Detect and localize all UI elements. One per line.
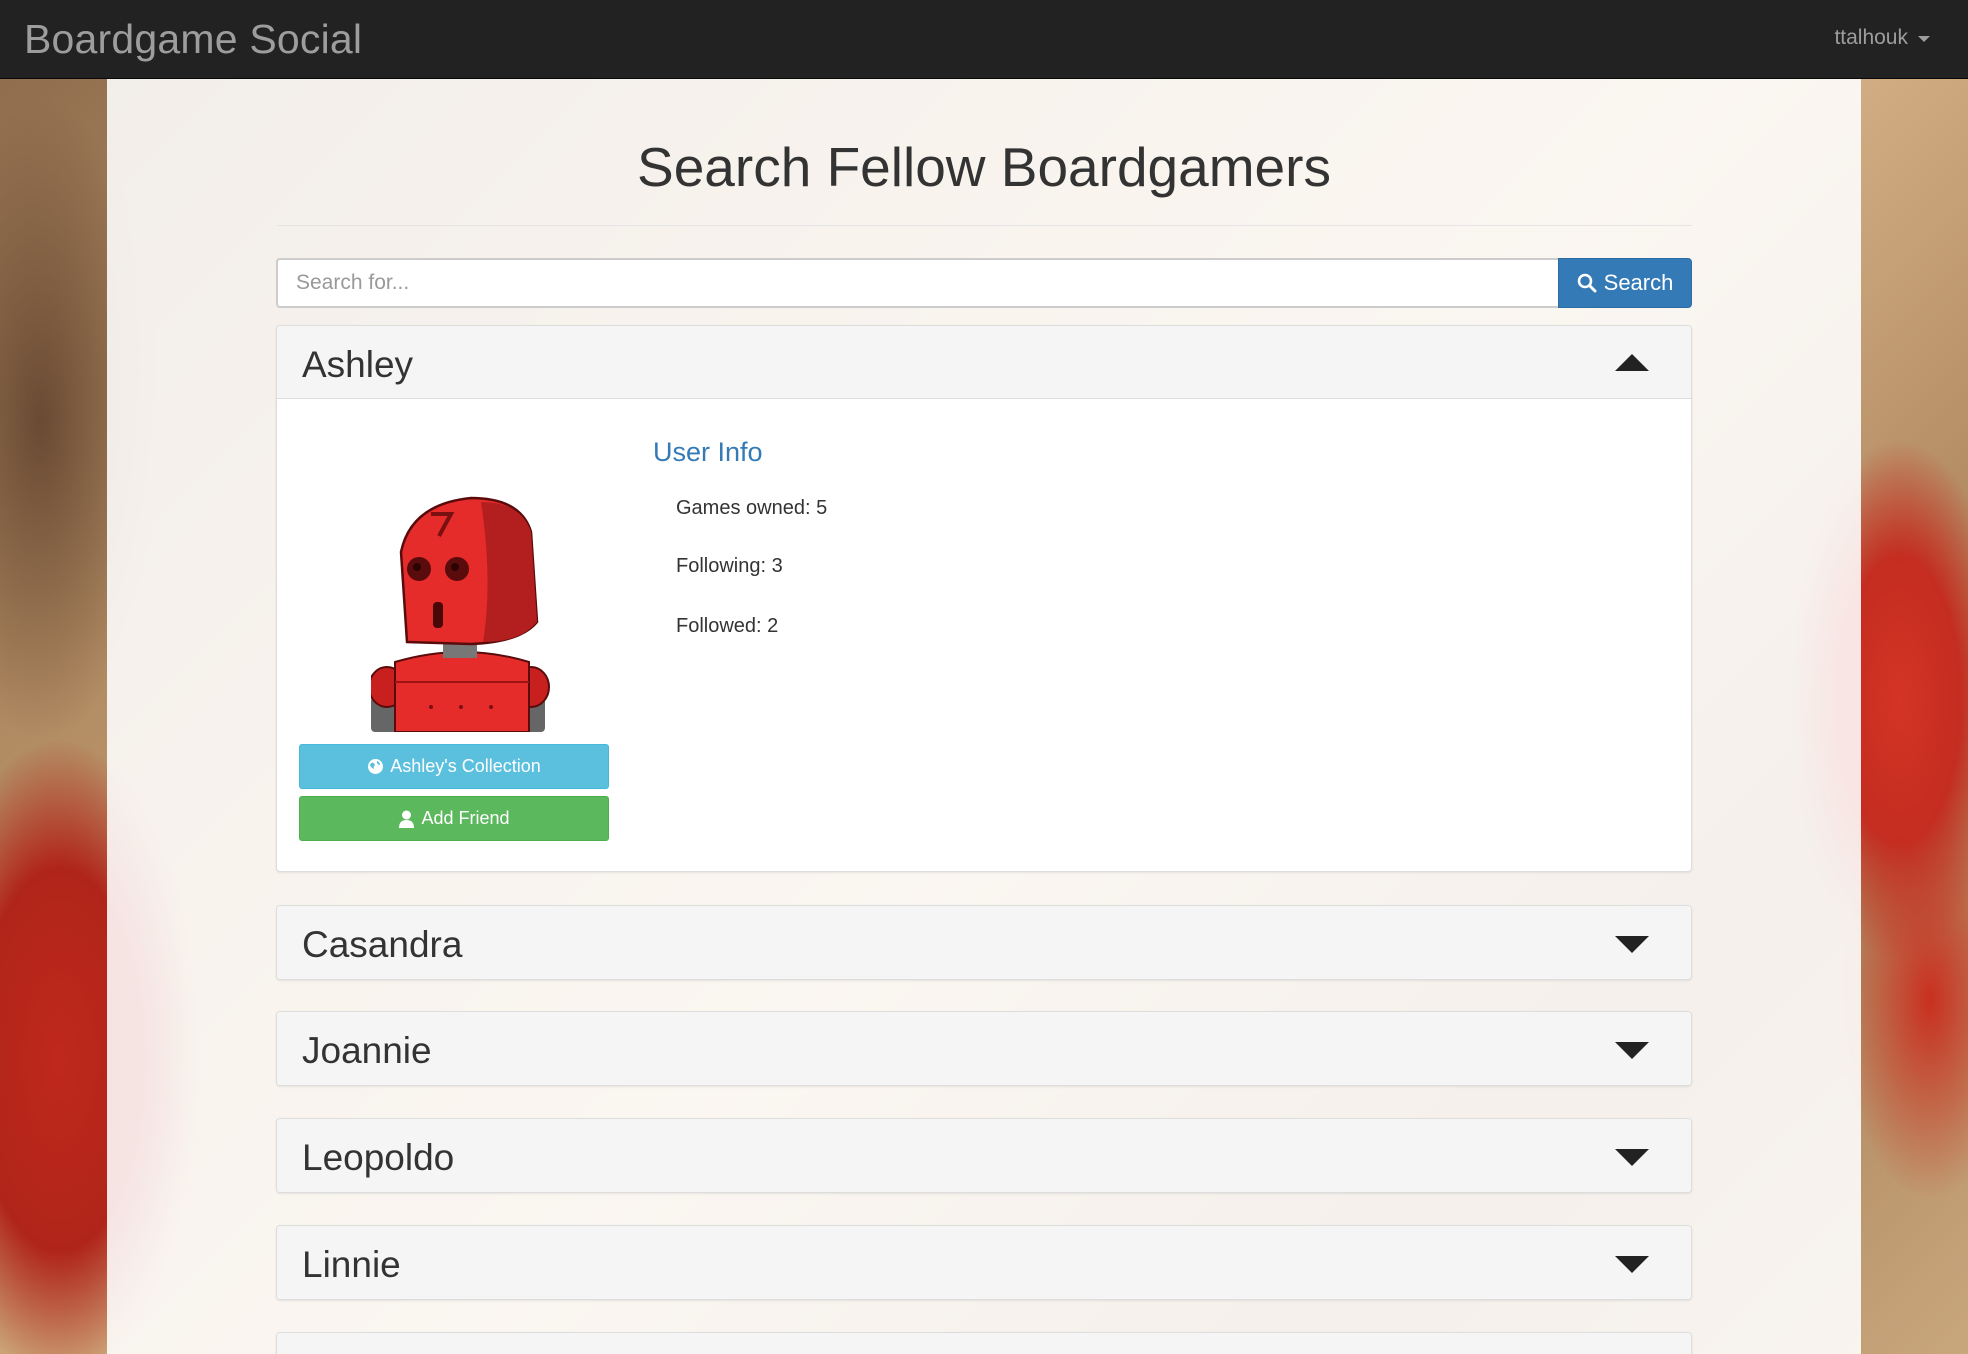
triangle-down-icon [1615, 1149, 1649, 1166]
triangle-down-icon [1615, 936, 1649, 953]
page-title: Search Fellow Boardgamers [637, 136, 1331, 198]
user-name: Joannie [302, 1030, 432, 1071]
user-card-linnie: Linnie [276, 1225, 1692, 1300]
title-divider [277, 225, 1692, 226]
user-menu-dropdown[interactable]: ttalhouk [1834, 26, 1930, 50]
following-stat: Following: 3 [676, 555, 783, 577]
search-input[interactable] [276, 258, 1558, 308]
search-button-label: Search [1603, 270, 1674, 295]
followed-stat: Followed: 2 [676, 615, 779, 637]
user-name: Ashley [302, 344, 414, 385]
user-card-casandra: Casandra [276, 905, 1692, 980]
caret-down-icon [1918, 36, 1930, 42]
collection-button[interactable]: Ashley's Collection [299, 744, 609, 789]
robot-avatar-image [371, 496, 550, 732]
search-icon [1577, 273, 1597, 293]
add-friend-button[interactable]: Add Friend [299, 796, 609, 841]
top-navbar: Boardgame Social ttalhouk [0, 0, 1968, 79]
user-name: Linnie [302, 1244, 401, 1285]
user-icon [399, 810, 415, 828]
triangle-up-icon [1615, 354, 1649, 371]
user-name: Casandra [302, 924, 463, 965]
user-name: Leopoldo [302, 1137, 455, 1178]
user-info-heading: User Info [653, 437, 763, 467]
search-button[interactable]: Search [1558, 258, 1692, 308]
user-card-leopoldo: Leopoldo [276, 1118, 1692, 1193]
user-card-header[interactable]: Linnie [277, 1226, 1691, 1299]
add-friend-button-label: Add Friend [421, 808, 510, 828]
main-content-panel: Search Fellow Boardgamers Search Ashley [107, 79, 1861, 1354]
user-card-header[interactable]: Casandra [277, 906, 1691, 979]
user-card-joannie: Joannie [276, 1011, 1692, 1086]
user-card-header[interactable]: Joannie [277, 1012, 1691, 1085]
collection-button-label: Ashley's Collection [390, 756, 541, 776]
search-bar: Search [276, 258, 1692, 308]
user-card-body: Ashley's Collection Add Friend User Info… [277, 399, 1691, 871]
triangle-down-icon [1615, 1042, 1649, 1059]
user-card-header[interactable]: Ashley [277, 326, 1691, 399]
user-menu-label: ttalhouk [1834, 26, 1908, 49]
games-owned-stat: Games owned: 5 [676, 497, 828, 519]
globe-icon [368, 759, 384, 774]
user-card-header[interactable] [277, 1333, 1691, 1354]
user-card-ashley: Ashley Ashley's Collection Add Friend Us… [276, 325, 1692, 872]
user-card-partial [276, 1332, 1692, 1354]
brand-link[interactable]: Boardgame Social [24, 16, 362, 63]
triangle-down-icon [1615, 1256, 1649, 1273]
user-card-header[interactable]: Leopoldo [277, 1119, 1691, 1192]
